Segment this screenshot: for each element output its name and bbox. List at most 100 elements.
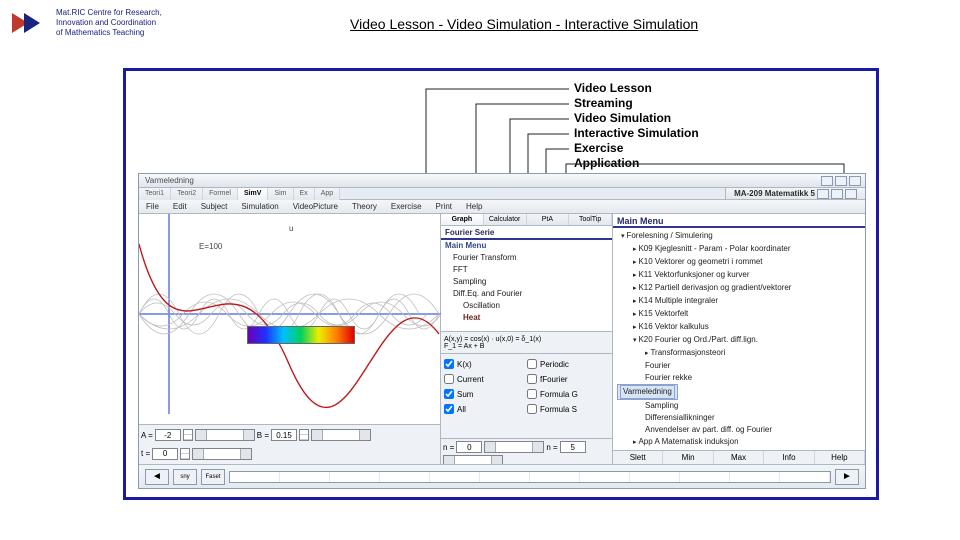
input-b[interactable]: 0.15 [271, 429, 297, 441]
btn-max[interactable]: Max [714, 451, 764, 464]
input-n0[interactable]: 0 [456, 441, 482, 453]
tree-node[interactable]: Fourier rekke [617, 372, 861, 384]
tree-node[interactable]: Forelesning / Simulering [617, 230, 861, 243]
tree-node[interactable]: K10 Vektorer og geometri i rommet [617, 256, 861, 269]
scroll-n0[interactable] [484, 441, 544, 453]
tree-node[interactable]: Differensiallikninger [617, 412, 861, 424]
spinner-b[interactable] [299, 429, 309, 441]
graph-label-e: E=100 [199, 242, 222, 251]
nav-prev[interactable]: ◄ [145, 469, 169, 485]
mtab-graph[interactable]: Graph [441, 214, 484, 225]
close-button[interactable] [849, 176, 861, 186]
right-panel: Main Menu Forelesning / SimuleringK09 Kj… [613, 214, 865, 464]
input-a[interactable]: -2 [155, 429, 181, 441]
menu-theory[interactable]: Theory [345, 202, 384, 211]
scroll-t[interactable] [192, 448, 252, 460]
graph-panel: E=100 u A =-2 B =0.15 t =0 [139, 214, 441, 464]
graph-label-u: u [289, 224, 293, 233]
nav-phase-label[interactable]: Faset [201, 469, 225, 485]
wave-plot [139, 214, 441, 414]
link-video-lesson[interactable]: Video Lesson [350, 16, 435, 32]
right-panel-title: Main Menu [613, 214, 865, 228]
btn-help[interactable]: Help [815, 451, 865, 464]
panel-maximize-button[interactable] [831, 189, 843, 199]
menu-file[interactable]: File [139, 202, 166, 211]
menu-bar: File Edit Subject Simulation VideoPictur… [139, 200, 865, 214]
tab-teori1[interactable]: Teori1 [139, 188, 171, 200]
scroll-a[interactable] [195, 429, 255, 441]
tree-node[interactable]: Transformasjonsteori [617, 347, 861, 360]
tree-node[interactable]: K15 Vektorfelt [617, 308, 861, 321]
chk-current[interactable] [444, 374, 454, 384]
top-nav-links: Video Lesson - Video Simulation - Intera… [350, 16, 698, 32]
link-interactive-simulation[interactable]: Interactive Simulation [564, 16, 698, 32]
chk-sum[interactable] [444, 389, 454, 399]
minimize-button[interactable] [821, 176, 833, 186]
tree-node[interactable]: Varmeledning [617, 384, 678, 400]
tree-node[interactable]: K12 Partiell derivasjon og gradient/vekt… [617, 282, 861, 295]
tree-node[interactable]: Sampling [617, 400, 861, 412]
mtab-pta[interactable]: PtA [527, 214, 570, 225]
tab-teori2[interactable]: Teori2 [171, 188, 203, 200]
chk-all[interactable] [444, 404, 454, 414]
panel-minimize-button[interactable] [817, 189, 829, 199]
graph-canvas[interactable]: E=100 u [139, 214, 440, 424]
course-title: MA-209 Matematikk 5 [725, 188, 865, 199]
menu-subject[interactable]: Subject [194, 202, 235, 211]
btn-min[interactable]: Min [663, 451, 713, 464]
callout-labels: Video Lesson Streaming Video Simulation … [574, 81, 699, 171]
tree-node[interactable]: Fourier [617, 360, 861, 372]
chk-formula-g[interactable] [527, 389, 537, 399]
menu-help[interactable]: Help [459, 202, 489, 211]
main-frame: Video Lesson Streaming Video Simulation … [123, 68, 879, 500]
tab-sim[interactable]: Sim [268, 188, 293, 200]
mtab-calculator[interactable]: Calculator [484, 214, 527, 225]
header-logo-block: Mat.RIC Centre for Research, Innovation … [10, 8, 162, 38]
mid-panel-title: Fourier Serie [441, 226, 612, 240]
tree-node[interactable]: App A Matematisk induksjon [617, 436, 861, 449]
tab-simv[interactable]: SimV [238, 188, 269, 200]
upper-tab-strip: Teori1 Teori2 Formel SimV Sim Ex App MA-… [139, 188, 865, 200]
formula-row: A(x,y) = cos(x) · u(x,0) = δ_1(x) F_1 = … [441, 332, 612, 354]
btn-info[interactable]: Info [764, 451, 814, 464]
link-video-simulation[interactable]: Video Simulation [447, 16, 552, 32]
spinner-a[interactable] [183, 429, 193, 441]
tree-node[interactable]: K14 Multiple integraler [617, 295, 861, 308]
btn-slett[interactable]: Slett [613, 451, 663, 464]
chk-formula-s[interactable] [527, 404, 537, 414]
input-n1[interactable]: 5 [560, 441, 586, 453]
menu-edit[interactable]: Edit [166, 202, 194, 211]
menu-exercise[interactable]: Exercise [384, 202, 429, 211]
spinner-t[interactable] [180, 448, 190, 460]
bottom-nav-bar: ◄ sny Faset ► [139, 464, 865, 488]
mid-tree[interactable]: Main Menu Fourier Transform FFT Sampling… [441, 240, 612, 332]
nav-next[interactable]: ► [835, 469, 859, 485]
maximize-button[interactable] [835, 176, 847, 186]
content-tree[interactable]: Forelesning / SimuleringK09 Kjeglesnitt … [613, 228, 865, 450]
menu-simulation[interactable]: Simulation [234, 202, 285, 211]
title-bar: Varmeledning [139, 174, 865, 188]
mtab-tooltip[interactable]: ToolTip [569, 214, 612, 225]
chk-kx[interactable] [444, 359, 454, 369]
tab-ex[interactable]: Ex [294, 188, 315, 200]
matric-logo [10, 11, 50, 35]
tree-node[interactable]: K20 Fourier og Ord./Part. diff.lign. [617, 334, 861, 347]
chk-periodic[interactable] [527, 359, 537, 369]
tree-node[interactable]: K16 Vektor kalkulus [617, 321, 861, 334]
window-title: Varmeledning [139, 176, 194, 185]
tree-node[interactable]: K11 Vektorfunksjoner og kurver [617, 269, 861, 282]
tree-node[interactable]: Anvendelser av part. diff. og Fourier [617, 424, 861, 436]
chk-ffourier[interactable] [527, 374, 537, 384]
tab-app[interactable]: App [315, 188, 340, 200]
nav-page-label[interactable]: sny [173, 469, 197, 485]
progress-track[interactable] [229, 471, 831, 483]
menu-videopicture[interactable]: VideoPicture [286, 202, 345, 211]
tab-formel[interactable]: Formel [203, 188, 238, 200]
scroll-b[interactable] [311, 429, 371, 441]
app-window: Varmeledning Teori1 Teori2 Formel SimV S… [138, 173, 866, 489]
options-grid: K(x) Periodic Current fFourier Sum Formu… [441, 354, 612, 438]
panel-close-button[interactable] [845, 189, 857, 199]
input-t[interactable]: 0 [152, 448, 178, 460]
menu-print[interactable]: Print [429, 202, 459, 211]
tree-node[interactable]: K09 Kjeglesnitt - Param - Polar koordina… [617, 243, 861, 256]
